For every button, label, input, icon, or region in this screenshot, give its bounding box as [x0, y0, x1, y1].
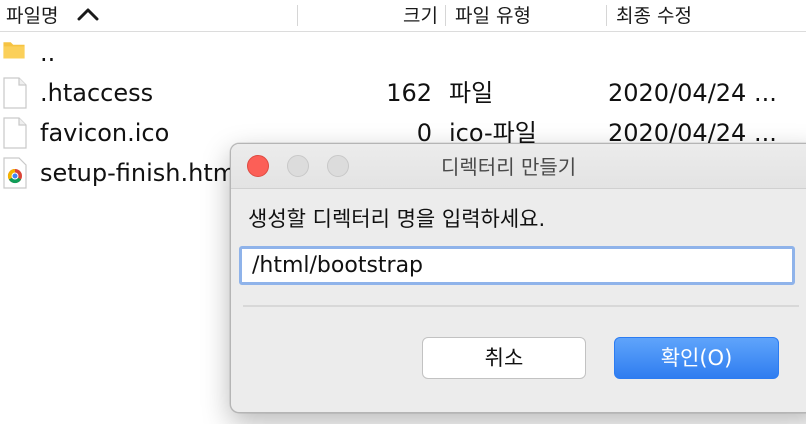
column-divider[interactable] — [606, 5, 607, 26]
file-modified: 2020/04/24 ... — [608, 79, 777, 107]
folder-icon — [3, 42, 25, 59]
dialog-divider — [243, 305, 799, 307]
file-size: 162 — [386, 79, 432, 107]
file-manager-window: 파일명 크기 파일 유형 최종 수정 .. .htaccess 162 파일 2… — [0, 0, 806, 424]
file-name: .htaccess — [40, 79, 154, 107]
column-name-label: 파일명 — [6, 5, 59, 27]
sort-ascending-icon — [77, 8, 98, 21]
file-icon — [3, 117, 27, 149]
column-header-type[interactable]: 파일 유형 — [455, 4, 605, 28]
minimize-window-button[interactable] — [287, 155, 309, 177]
file-icon — [3, 77, 27, 109]
directory-path-input[interactable] — [239, 246, 795, 285]
file-name: favicon.ico — [40, 119, 170, 147]
dialog-title: 디렉터리 만들기 — [441, 155, 577, 179]
file-list-header: 파일명 크기 파일 유형 최종 수정 — [0, 0, 806, 32]
dialog-titlebar[interactable]: 디렉터리 만들기 — [231, 144, 806, 189]
column-divider[interactable] — [445, 5, 446, 26]
file-name: .. — [40, 39, 56, 67]
create-directory-dialog: 디렉터리 만들기 생성할 디렉터리 명을 입력하세요. 취소 확인(O) — [230, 143, 806, 413]
column-header-name[interactable]: 파일명 — [6, 4, 296, 28]
dialog-prompt: 생성할 디렉터리 명을 입력하세요. — [248, 207, 546, 231]
column-header-size[interactable]: 크기 — [300, 4, 438, 28]
file-type: 파일 — [449, 79, 494, 107]
file-row-parent[interactable]: .. — [0, 33, 806, 73]
file-row-htaccess[interactable]: .htaccess 162 파일 2020/04/24 ... — [0, 73, 806, 113]
close-window-button[interactable] — [247, 155, 269, 177]
chrome-html-icon — [3, 157, 27, 189]
ok-button[interactable]: 확인(O) — [614, 337, 779, 379]
column-divider[interactable] — [297, 5, 298, 26]
zoom-window-button[interactable] — [327, 155, 349, 177]
file-name: setup-finish.html — [40, 159, 243, 187]
column-header-modified[interactable]: 최종 수정 — [616, 4, 806, 28]
cancel-button[interactable]: 취소 — [422, 337, 586, 379]
